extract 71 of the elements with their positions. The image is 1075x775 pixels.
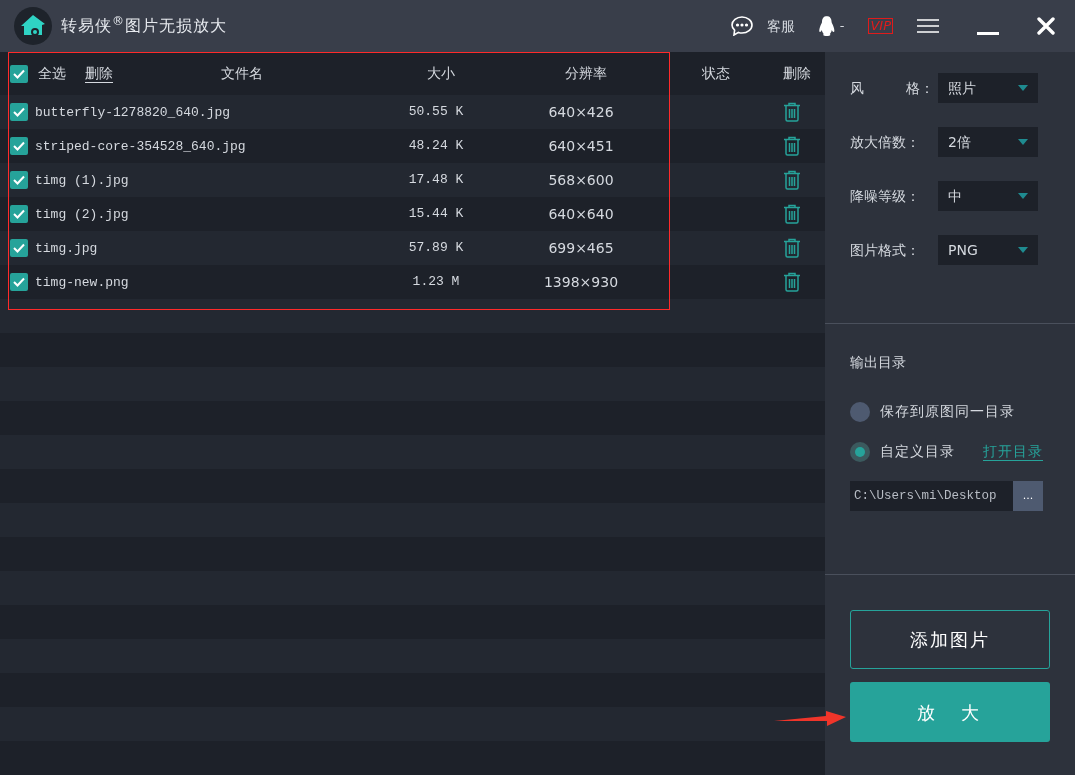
caret-icon bbox=[1018, 85, 1028, 91]
minimize-icon[interactable] bbox=[977, 31, 999, 35]
setting-dropdown[interactable]: 照片 bbox=[938, 73, 1038, 103]
file-name: timg.jpg bbox=[35, 241, 98, 257]
trash-icon[interactable] bbox=[783, 102, 801, 122]
setting-dropdown[interactable]: 2倍 bbox=[938, 127, 1038, 157]
file-name: timg-new.png bbox=[35, 275, 129, 291]
radio-button[interactable] bbox=[850, 401, 870, 422]
setting-dropdown[interactable]: PNG bbox=[938, 235, 1038, 265]
chat-icon[interactable] bbox=[730, 16, 753, 36]
path-field[interactable]: C:\Users\mi\Desktop bbox=[850, 481, 1013, 511]
column-header: 大小 bbox=[427, 64, 455, 83]
output-heading: 输出目录 bbox=[850, 353, 907, 372]
delete-link[interactable]: 删除 bbox=[85, 63, 113, 84]
setting-dropdown[interactable]: 中 bbox=[938, 181, 1038, 211]
file-name: timg (2).jpg bbox=[35, 207, 129, 223]
menu-icon[interactable] bbox=[917, 19, 939, 33]
file-row[interactable]: timg.jpg 57.89 K 699×465 bbox=[0, 231, 825, 265]
setting-label: 降噪等级： bbox=[850, 186, 921, 206]
setting-label: 风 格： bbox=[850, 78, 935, 98]
logo-icon bbox=[14, 7, 52, 45]
file-name: butterfly-1278820_640.jpg bbox=[35, 105, 231, 121]
caret-icon bbox=[1018, 247, 1028, 253]
checkbox[interactable] bbox=[10, 171, 28, 189]
trash-icon[interactable] bbox=[783, 170, 801, 190]
checkbox[interactable] bbox=[10, 103, 28, 121]
checkbox[interactable] bbox=[10, 205, 28, 223]
trash-icon[interactable] bbox=[783, 272, 801, 292]
caret-icon bbox=[1018, 193, 1028, 199]
browse-button[interactable]: ... bbox=[1013, 481, 1043, 511]
checkbox[interactable] bbox=[10, 137, 28, 155]
caret-icon bbox=[1018, 139, 1028, 145]
file-name: striped-core-354528_640.jpg bbox=[35, 139, 246, 155]
resolution: 699×465 bbox=[548, 238, 614, 258]
file-row[interactable]: butterfly-1278820_640.jpg 50.55 K 640×426 bbox=[0, 95, 825, 129]
radio-button[interactable] bbox=[850, 441, 870, 462]
checkbox[interactable] bbox=[10, 273, 28, 291]
trash-icon[interactable] bbox=[783, 136, 801, 156]
checkbox[interactable] bbox=[10, 239, 28, 257]
window-title: 转易侠$^{®}$图片无损放大 bbox=[61, 14, 227, 37]
file-row[interactable]: timg (1).jpg 17.48 K 568×600 bbox=[0, 163, 825, 197]
file-size: 17.48 K bbox=[408, 171, 464, 190]
setting-label: 放大倍数： bbox=[850, 132, 921, 152]
file-size: 50.55 K bbox=[408, 103, 464, 122]
file-size: 57.89 K bbox=[408, 239, 464, 258]
column-header: 文件名 bbox=[221, 64, 263, 83]
file-size: 15.44 K bbox=[408, 205, 464, 224]
column-header: 状态 bbox=[702, 64, 730, 83]
setting-label: 图片格式： bbox=[850, 240, 921, 260]
add-images-button[interactable]: 添加图片 bbox=[850, 610, 1050, 669]
penguin-icon[interactable] bbox=[818, 16, 835, 36]
resolution: 640×451 bbox=[548, 136, 614, 156]
trash-icon[interactable] bbox=[783, 204, 801, 224]
resolution: 1398×930 bbox=[543, 272, 619, 292]
trash-icon[interactable] bbox=[783, 238, 801, 258]
account-label: - bbox=[839, 17, 845, 36]
radio-label[interactable]: 保存到原图同一目录 bbox=[880, 401, 1015, 422]
resolution: 640×640 bbox=[548, 204, 614, 224]
file-size: 1.23 M bbox=[412, 273, 460, 292]
customer-service-label[interactable]: 客服 bbox=[766, 15, 795, 37]
resolution: 568×600 bbox=[548, 170, 614, 190]
resolution: 640×426 bbox=[548, 102, 614, 122]
column-header: 分辨率 bbox=[565, 64, 607, 83]
checkbox[interactable] bbox=[10, 64, 28, 83]
file-size: 48.24 K bbox=[408, 137, 464, 156]
column-header: 删除 bbox=[783, 64, 811, 83]
radio-label[interactable]: 自定义目录 bbox=[880, 441, 955, 462]
select-all-label[interactable]: 全选 bbox=[38, 63, 66, 84]
file-name: timg (1).jpg bbox=[35, 173, 129, 189]
close-icon[interactable] bbox=[1037, 17, 1055, 35]
open-folder-link[interactable]: 打开目录 bbox=[983, 441, 1043, 462]
